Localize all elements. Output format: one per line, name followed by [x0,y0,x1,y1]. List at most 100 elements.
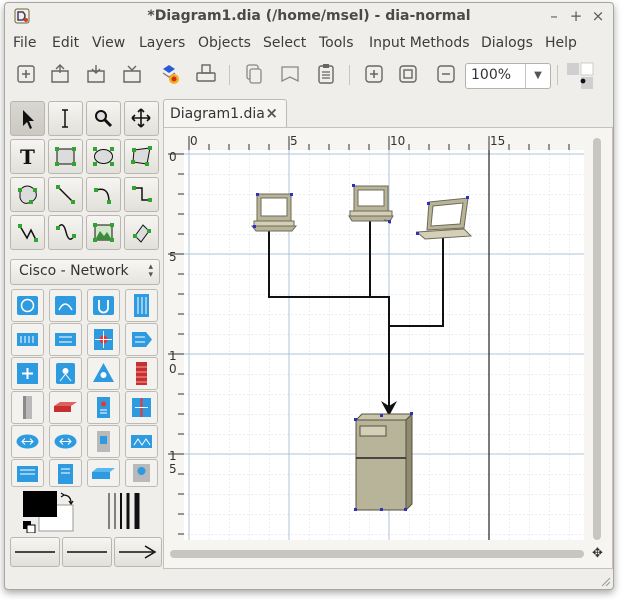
chevron-down-icon[interactable]: ▼ [525,64,550,88]
zoom-out-icon[interactable] [433,61,459,87]
cisco-shape-18[interactable] [49,425,82,458]
file-server[interactable] [354,412,414,512]
ellipse-tool[interactable] [86,139,121,174]
spin-arrows-icon: ▴ ▾ [148,262,153,280]
arc-tool[interactable] [86,177,121,212]
menu-input-methods[interactable]: Input Methods [369,35,470,51]
box-tool[interactable] [48,139,83,174]
copy-icon[interactable] [241,61,267,87]
line-width-selector[interactable] [105,491,145,531]
line-tool[interactable] [48,177,83,212]
horizontal-scrollbar[interactable] [170,549,584,559]
modem-icon [92,468,115,479]
cisco-shape-14[interactable] [49,391,82,424]
menu-dialogs[interactable]: Dialogs [481,35,533,51]
scrollbar-thumb[interactable] [170,550,584,558]
cisco-shape-13[interactable] [11,391,44,424]
cisco-shape-16[interactable] [125,391,158,424]
cisco-shape-11[interactable] [87,357,120,390]
new-diagram-icon[interactable] [13,61,39,87]
menu-edit[interactable]: Edit [52,35,79,51]
cisco-shape-22[interactable] [49,459,82,487]
save-icon[interactable] [83,61,109,87]
beziergon-tool[interactable] [10,177,45,212]
toolbar-separator [349,65,350,85]
zoom-combo[interactable]: 100% ▼ [465,63,551,89]
print-icon[interactable] [193,61,219,87]
resize-grip-icon[interactable] [599,575,611,587]
cisco-shape-3[interactable] [87,289,120,322]
workstation-2[interactable] [348,184,394,225]
foreground-color-swatch[interactable] [23,491,57,517]
menu-select[interactable]: Select [263,35,306,51]
polygon-tool[interactable] [124,139,159,174]
cisco-shape-24[interactable] [125,459,158,487]
save-as-icon[interactable] [119,61,145,87]
snap-to-grid-icon[interactable] [565,61,595,91]
text-edit-tool[interactable] [48,101,83,136]
pointer-icon [23,110,34,129]
pointer-tool[interactable] [10,101,45,136]
fg-bg-color-selector[interactable] [21,489,77,533]
end-arrow-button[interactable] [114,537,162,567]
cisco-shape-9[interactable] [11,357,44,390]
cisco-shape-7[interactable] [87,323,120,356]
cisco-shape-8[interactable] [125,323,158,356]
image-tool[interactable] [86,215,121,250]
cisco-shape-5[interactable] [11,323,44,356]
zoom-value: 100% [471,67,512,83]
open-icon[interactable] [47,61,73,87]
sheet-selector[interactable]: Cisco - Network ▴ ▾ [10,259,160,285]
menu-view[interactable]: View [92,35,125,51]
maximize-button[interactable]: + [567,7,585,25]
cisco-shape-21[interactable] [11,459,44,487]
polyline-tool[interactable] [10,215,45,250]
diagram-canvas[interactable] [184,150,584,540]
switch-icon [17,333,38,346]
minimize-button[interactable]: – [545,7,563,25]
zigzag-tool[interactable] [124,177,159,212]
cisco-shape-17[interactable] [11,425,44,458]
magnify-tool[interactable] [86,101,121,136]
cisco-shape-23[interactable] [87,459,120,487]
cisco-shape-2[interactable] [49,289,82,322]
cisco-shape-20[interactable] [125,425,158,458]
tab-diagram1[interactable]: Diagram1.dia × [163,99,287,128]
cisco-shape-6[interactable] [49,323,82,356]
best-fit-icon[interactable] [395,61,421,87]
horizontal-ruler: 0 5 10 15 [184,134,584,150]
clipboard-icon[interactable] [313,61,339,87]
menu-help[interactable]: Help [545,35,577,51]
close-window-button[interactable]: × [589,7,607,25]
menu-objects[interactable]: Objects [198,35,251,51]
zoom-in-icon[interactable] [361,61,387,87]
cisco-shape-15[interactable] [87,391,120,424]
vertical-scrollbar[interactable] [592,138,602,540]
cisco-shape-1[interactable] [11,289,44,322]
export-icon[interactable] [157,61,183,87]
line-style-button[interactable] [62,537,112,567]
network-cloud-icon [93,363,114,382]
start-arrow-button[interactable] [10,537,60,567]
scrollbar-thumb[interactable] [593,138,601,540]
text-tool[interactable]: T [10,139,45,174]
close-tab-icon[interactable]: × [265,104,278,122]
ellipse-icon [93,147,114,166]
line-style-icon [67,551,107,553]
menu-layers[interactable]: Layers [139,35,185,51]
scroll-tool[interactable] [124,101,159,136]
menu-file[interactable]: File [13,35,36,51]
cisco-shape-4[interactable] [125,289,158,322]
outline-tool[interactable] [124,215,159,250]
image-icon [93,223,114,242]
cisco-shape-10[interactable] [49,357,82,390]
paste-icon[interactable] [277,61,303,87]
cisco-shape-19[interactable] [87,425,120,458]
optical-transport-icon [131,435,152,448]
menu-tools[interactable]: Tools [319,35,354,51]
bezier-tool[interactable] [48,215,83,250]
navigation-corner-icon[interactable]: ✥ [592,546,603,561]
workstation-1[interactable] [250,193,298,232]
polyline-icon [18,224,38,242]
cisco-shape-12[interactable] [125,357,158,390]
